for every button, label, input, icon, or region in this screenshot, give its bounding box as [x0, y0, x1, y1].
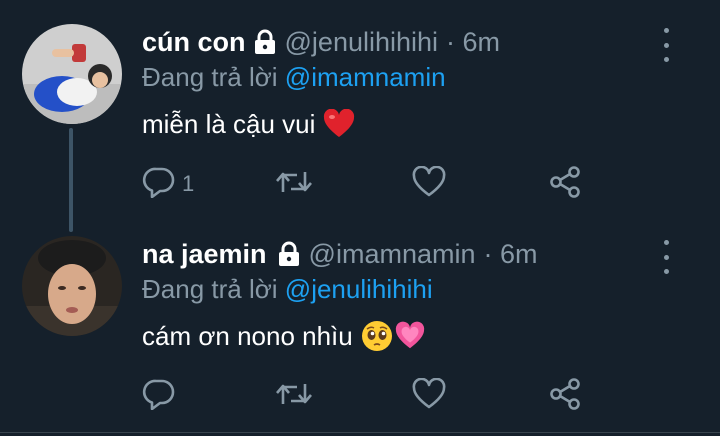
reply-count: 1	[182, 171, 195, 196]
like-button[interactable]	[412, 376, 446, 416]
like-icon	[412, 165, 446, 203]
replying-prefix: Đang trả lời	[142, 62, 278, 92]
reply-icon	[142, 166, 176, 203]
divider	[0, 432, 720, 433]
tweet-text-content: miễn là cậu vui	[142, 108, 316, 139]
lock-icon	[253, 29, 277, 55]
avatar-cun-con[interactable]	[22, 24, 122, 124]
reply-icon	[142, 378, 176, 415]
tweet-actions	[0, 376, 720, 416]
red-heart-emoji	[323, 109, 355, 139]
like-button[interactable]	[412, 164, 446, 204]
tweet-header: na jaemin @imamnamin · 6m	[142, 236, 538, 272]
tweet-actions: 1	[0, 164, 720, 204]
retweet-icon	[274, 166, 314, 203]
replying-to: Đang trả lời @jenulihihihi	[142, 274, 433, 305]
replying-prefix: Đang trả lời	[142, 274, 278, 304]
lock-icon	[277, 241, 301, 267]
timestamp[interactable]: · 6m	[446, 27, 500, 58]
handle[interactable]: @jenulihihihi	[285, 27, 439, 58]
share-button[interactable]	[548, 376, 582, 416]
display-name[interactable]: na jaemin	[142, 239, 267, 270]
growing-heart-emoji	[395, 321, 425, 351]
display-name[interactable]: cún con	[142, 27, 246, 58]
more-icon[interactable]	[656, 28, 676, 62]
more-icon[interactable]	[656, 240, 676, 274]
handle[interactable]: @imamnamin	[309, 239, 476, 270]
tweet-text: miễn là cậu vui	[142, 106, 355, 142]
reply-button[interactable]	[142, 376, 182, 416]
tweet-text-content: cám ơn nono nhìu	[142, 320, 353, 351]
share-button[interactable]	[548, 164, 582, 204]
share-icon	[548, 377, 582, 416]
mention-link[interactable]: @imamnamin	[285, 62, 446, 92]
tweet-header: cún con @jenulihihihi · 6m	[142, 24, 500, 60]
tweet-text: cám ơn nono nhìu	[142, 318, 425, 354]
replying-to: Đang trả lời @imamnamin	[142, 62, 446, 93]
reply-button[interactable]: 1	[142, 164, 194, 204]
share-icon	[548, 165, 582, 204]
retweet-button[interactable]	[274, 164, 314, 204]
mention-link[interactable]: @jenulihihihi	[285, 274, 433, 304]
like-icon	[412, 377, 446, 415]
avatar-na-jaemin[interactable]	[22, 236, 122, 336]
retweet-button[interactable]	[274, 376, 314, 416]
pleading-face-emoji	[361, 320, 393, 352]
retweet-icon	[274, 378, 314, 415]
timestamp[interactable]: · 6m	[484, 239, 538, 270]
